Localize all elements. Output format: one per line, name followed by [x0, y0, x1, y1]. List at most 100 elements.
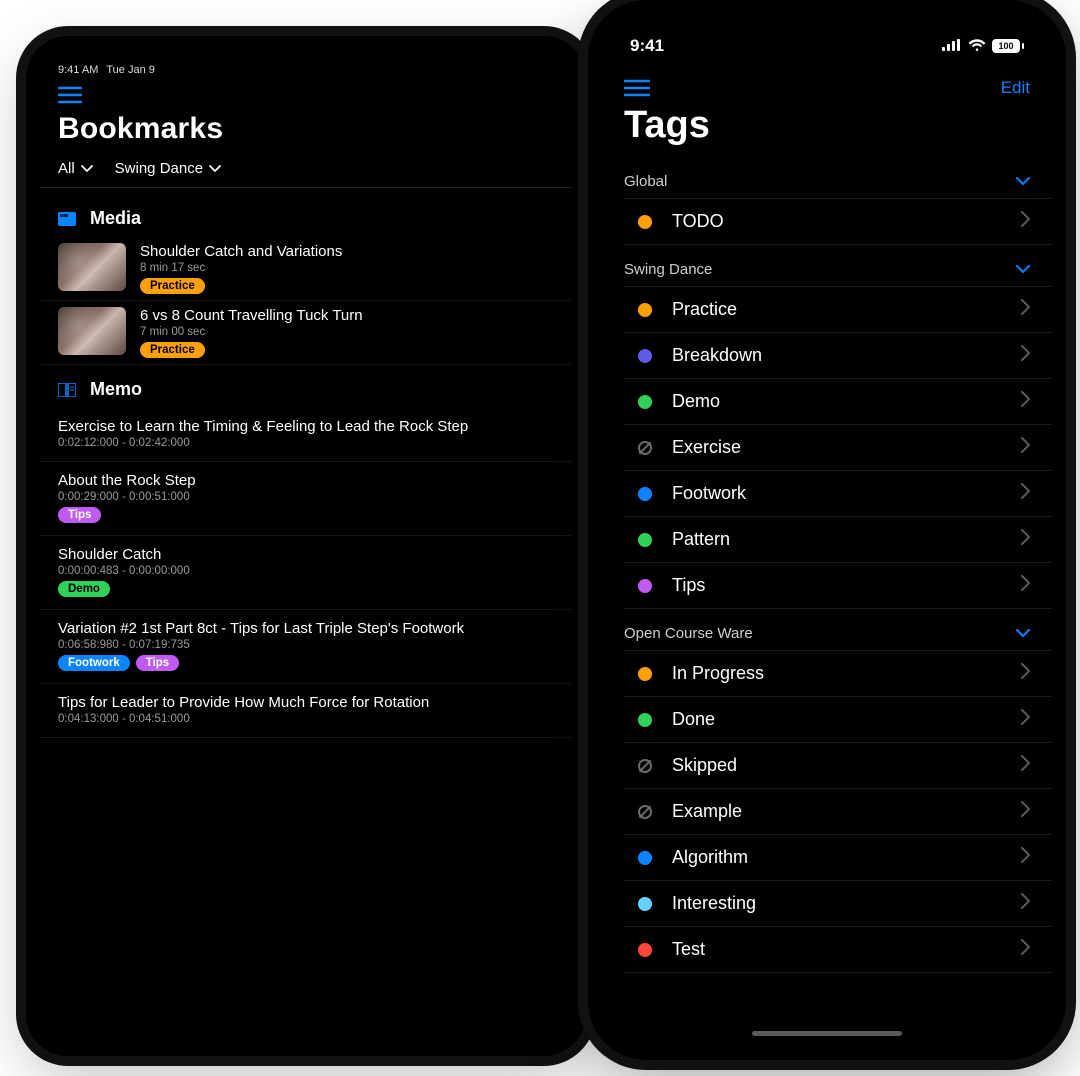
section-header-media: Media: [40, 194, 572, 237]
tag-label: Skipped: [672, 755, 1001, 776]
status-date: Tue Jan 9: [106, 64, 155, 76]
chevron-right-icon: [1021, 847, 1030, 868]
color-dot-icon: [638, 533, 652, 547]
media-duration: 8 min 17 sec: [140, 262, 342, 274]
memo-title: Variation #2 1st Part 8ct - Tips for Las…: [58, 620, 554, 637]
tag-label: Pattern: [672, 529, 1001, 550]
media-duration: 7 min 00 sec: [140, 326, 363, 338]
tag-row[interactable]: Tips: [624, 563, 1052, 609]
no-color-icon: [638, 441, 652, 455]
video-thumbnail: [58, 243, 126, 291]
memo-row[interactable]: About the Rock Step0:00:29:000 - 0:00:51…: [40, 462, 572, 536]
memo-title: Exercise to Learn the Timing & Feeling t…: [58, 418, 554, 435]
menu-icon[interactable]: [58, 86, 554, 104]
tag-row[interactable]: Exercise: [624, 425, 1052, 471]
dynamic-island: [762, 10, 892, 46]
color-dot-icon: [638, 851, 652, 865]
filter-all-label: All: [58, 160, 75, 177]
tag-row[interactable]: Pattern: [624, 517, 1052, 563]
chevron-right-icon: [1021, 893, 1030, 914]
media-row[interactable]: 6 vs 8 Count Travelling Tuck Turn 7 min 0…: [40, 301, 572, 365]
chevron-right-icon: [1021, 575, 1030, 596]
tag-label: TODO: [672, 211, 1001, 232]
tag-row[interactable]: Interesting: [624, 881, 1052, 927]
chevron-down-icon: [1016, 173, 1030, 190]
tag-pill: Footwork: [58, 655, 130, 671]
tag-label: Footwork: [672, 483, 1001, 504]
chevron-right-icon: [1021, 299, 1030, 320]
chevron-right-icon: [1021, 663, 1030, 684]
tag-row[interactable]: Done: [624, 697, 1052, 743]
edit-button[interactable]: Edit: [1001, 78, 1030, 98]
memo-row[interactable]: Shoulder Catch0:00:00:483 - 0:00:00:000D…: [40, 536, 572, 610]
chevron-right-icon: [1021, 709, 1030, 730]
tag-row[interactable]: Practice: [624, 286, 1052, 333]
tag-row[interactable]: Algorithm: [624, 835, 1052, 881]
memo-timestamp: 0:06:58:980 - 0:07:19:735: [58, 639, 554, 651]
menu-icon[interactable]: [624, 79, 650, 97]
tag-pill: Practice: [140, 342, 205, 358]
chevron-down-icon: [209, 165, 221, 173]
color-dot-icon: [638, 487, 652, 501]
color-dot-icon: [638, 943, 652, 957]
home-indicator[interactable]: [752, 1031, 902, 1036]
memo-title: About the Rock Step: [58, 472, 554, 489]
video-thumbnail: [58, 307, 126, 355]
color-dot-icon: [638, 215, 652, 229]
filter-category-label: Swing Dance: [115, 160, 203, 177]
battery-level: 100: [992, 39, 1020, 53]
media-row[interactable]: Shoulder Catch and Variations8 min 17 se…: [40, 237, 572, 301]
filter-all[interactable]: All: [58, 160, 93, 177]
tag-row[interactable]: In Progress: [624, 650, 1052, 697]
tag-label: Test: [672, 939, 1001, 960]
section-header-memo: Memo: [40, 365, 572, 408]
memo-row[interactable]: Tips for Leader to Provide How Much Forc…: [40, 684, 572, 738]
memo-icon: [58, 383, 76, 397]
tag-list: In Progress Done Skipped Example Algorithm In…: [602, 650, 1052, 973]
color-dot-icon: [638, 303, 652, 317]
group-name: Swing Dance: [624, 261, 712, 278]
tag-row[interactable]: Skipped: [624, 743, 1052, 789]
section-label: Memo: [90, 379, 142, 400]
cellular-icon: [942, 36, 962, 56]
tag-group-header[interactable]: Global: [602, 157, 1052, 198]
memo-title: Shoulder Catch: [58, 546, 554, 563]
tag-pill: Practice: [140, 278, 205, 294]
chevron-right-icon: [1021, 529, 1030, 550]
tag-row[interactable]: Example: [624, 789, 1052, 835]
tag-row[interactable]: Test: [624, 927, 1052, 973]
tag-label: Exercise: [672, 437, 1001, 458]
filter-category[interactable]: Swing Dance: [115, 160, 221, 177]
tag-label: Done: [672, 709, 1001, 730]
chevron-right-icon: [1021, 801, 1030, 822]
chevron-right-icon: [1021, 437, 1030, 458]
tag-groups: Global TODO Swing Dance Practice Breakdown De…: [602, 157, 1052, 973]
tag-row[interactable]: Demo: [624, 379, 1052, 425]
tag-list: TODO: [602, 198, 1052, 245]
tag-group-header[interactable]: Swing Dance: [602, 245, 1052, 286]
memo-row[interactable]: Exercise to Learn the Timing & Feeling t…: [40, 408, 572, 462]
group-name: Open Course Ware: [624, 625, 753, 642]
tag-pill: Tips: [58, 507, 101, 523]
tag-row[interactable]: Breakdown: [624, 333, 1052, 379]
memo-timestamp: 0:04:13:000 - 0:04:51:000: [58, 713, 554, 725]
tag-row[interactable]: Footwork: [624, 471, 1052, 517]
tag-pill: Tips: [136, 655, 179, 671]
ipad-status-bar: 9:41 AM Tue Jan 9: [40, 50, 572, 76]
tag-group-header[interactable]: Open Course Ware: [602, 609, 1052, 650]
memo-title: Tips for Leader to Provide How Much Forc…: [58, 694, 554, 711]
chevron-right-icon: [1021, 345, 1030, 366]
memo-list: Exercise to Learn the Timing & Feeling t…: [40, 408, 572, 738]
status-time: 9:41: [630, 36, 664, 56]
media-icon: [58, 212, 76, 226]
tag-row[interactable]: TODO: [624, 198, 1052, 245]
memo-row[interactable]: Variation #2 1st Part 8ct - Tips for Las…: [40, 610, 572, 684]
chevron-down-icon: [81, 165, 93, 173]
tag-label: Demo: [672, 391, 1001, 412]
iphone-device: 9:41 100 Edit Tags GlobalTODOSwing Da: [588, 0, 1066, 1060]
tag-label: Algorithm: [672, 847, 1001, 868]
tag-label: Breakdown: [672, 345, 1001, 366]
chevron-right-icon: [1021, 939, 1030, 960]
group-name: Global: [624, 173, 667, 190]
media-title: 6 vs 8 Count Travelling Tuck Turn: [140, 307, 363, 324]
